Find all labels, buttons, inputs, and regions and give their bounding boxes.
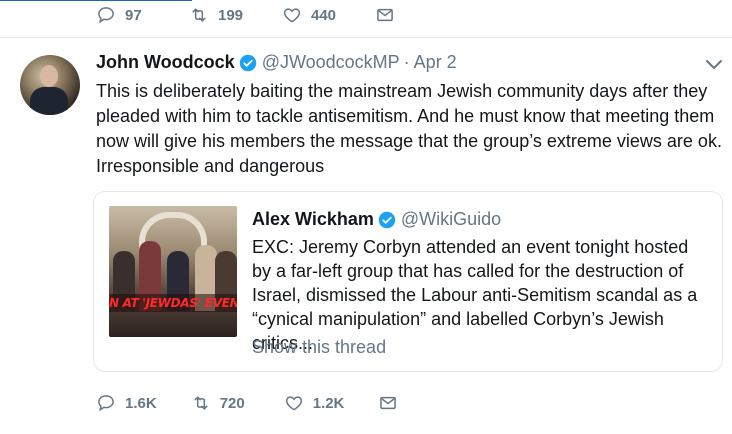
retweet-button[interactable]: 720 [191,393,250,413]
reply-button[interactable]: 97 [96,5,155,25]
verified-badge-icon [239,54,256,71]
reply-icon [98,395,114,412]
message-button[interactable] [375,5,404,25]
message-button[interactable] [378,393,407,413]
tweet-actions: 1.6K 720 1.2K [96,393,441,413]
tweet-date[interactable]: Apr 2 [414,52,457,73]
retweet-button[interactable]: 199 [189,5,248,25]
heart-icon [285,396,302,411]
envelope-icon [377,8,393,22]
heart-icon [283,8,301,23]
reply-icon [98,7,114,24]
retweet-icon [194,396,208,410]
like-button[interactable]: 440 [282,5,341,25]
tweet-header: John Woodcock @JWoodcockMP · Apr 2 [96,52,457,73]
quoted-author-name[interactable]: Alex Wickham [252,209,374,230]
like-count: 440 [311,6,337,24]
like-count: 1.2K [312,394,345,412]
retweet-icon [192,8,206,22]
header-separator: · [403,52,410,72]
author-handle[interactable]: @JWoodcockMP [262,52,400,73]
retweet-count: 720 [219,394,245,412]
avatar[interactable] [20,55,80,115]
link-underline [0,0,192,1]
reply-count: 1.6K [125,394,157,412]
quoted-author-handle[interactable]: @WikiGuido [401,209,501,230]
like-button[interactable]: 1.2K [284,393,345,413]
quoted-tweet-header: Alex Wickham @WikiGuido [252,209,501,230]
prev-tweet-actions: 97 199 440 [96,5,438,25]
media-banner-text: N AT 'JEWDAS' EVENT TO [109,294,237,312]
author-name[interactable]: John Woodcock [96,52,235,73]
show-thread-link[interactable]: Show this thread [252,337,386,358]
envelope-icon [380,396,397,410]
verified-badge-icon [378,211,396,228]
quoted-tweet-media[interactable]: N AT 'JEWDAS' EVENT TO [109,206,237,337]
tweet-divider [0,37,732,38]
chevron-down-icon[interactable] [703,56,725,74]
reply-button[interactable]: 1.6K [96,393,157,413]
reply-count: 97 [125,6,142,24]
retweet-count: 199 [218,6,244,24]
tweet-text: This is deliberately baiting the mainstr… [96,81,722,176]
